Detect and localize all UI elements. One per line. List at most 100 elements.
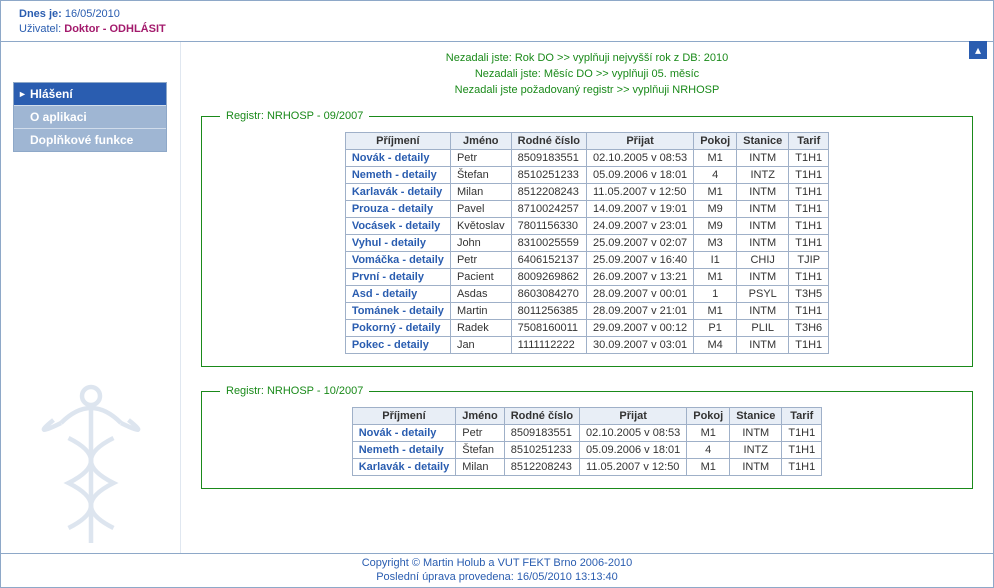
col-header: Stanice xyxy=(737,133,789,150)
cell-room: M1 xyxy=(687,459,730,476)
footer-last-update: Poslední úprava provedena: 16/05/2010 13… xyxy=(1,570,993,584)
cell-name: Milan xyxy=(456,459,504,476)
cell-station: INTM xyxy=(737,337,789,354)
cell-tariff: T1H1 xyxy=(789,218,829,235)
table-row: Nemeth - detailyŠtefan851025123305.09.20… xyxy=(345,167,828,184)
cell-admitted: 14.09.2007 v 19:01 xyxy=(586,201,693,218)
cell-station: INTM xyxy=(737,269,789,286)
cell-admitted: 29.09.2007 v 00:12 xyxy=(586,320,693,337)
col-header: Rodné číslo xyxy=(504,408,579,425)
detail-link[interactable]: Nemeth - detaily xyxy=(352,442,456,459)
detail-link[interactable]: Novák - detaily xyxy=(345,150,450,167)
cell-admitted: 11.05.2007 v 12:50 xyxy=(586,184,693,201)
cell-station: INTM xyxy=(737,218,789,235)
detail-link[interactable]: Karlavák - detaily xyxy=(352,459,456,476)
cell-admitted: 30.09.2007 v 03:01 xyxy=(586,337,693,354)
cell-room: 4 xyxy=(694,167,737,184)
cell-name: Milan xyxy=(450,184,511,201)
cell-station: INTM xyxy=(737,150,789,167)
cell-station: INTM xyxy=(737,235,789,252)
cell-station: PLIL xyxy=(737,320,789,337)
cell-rc: 8710024257 xyxy=(511,201,586,218)
cell-rc: 8510251233 xyxy=(511,167,586,184)
user-value: Doktor xyxy=(64,23,99,35)
cell-rc: 7801156330 xyxy=(511,218,586,235)
cell-admitted: 28.09.2007 v 00:01 xyxy=(586,286,693,303)
logout-link[interactable]: ODHLÁSIT xyxy=(110,23,166,35)
cell-name: Petr xyxy=(450,252,511,269)
cell-station: INTM xyxy=(730,459,782,476)
col-header: Příjmení xyxy=(345,133,450,150)
sidebar-item-0[interactable]: Hlášení xyxy=(14,83,166,106)
detail-link[interactable]: Karlavák - detaily xyxy=(345,184,450,201)
date-label: Dnes je: xyxy=(19,8,62,20)
cell-admitted: 26.09.2007 v 13:21 xyxy=(586,269,693,286)
cell-name: Pavel xyxy=(450,201,511,218)
cell-rc: 6406152137 xyxy=(511,252,586,269)
cell-station: INTZ xyxy=(730,442,782,459)
cell-admitted: 02.10.2005 v 08:53 xyxy=(580,425,687,442)
detail-link[interactable]: Vocásek - detaily xyxy=(345,218,450,235)
cell-tariff: T1H1 xyxy=(782,425,822,442)
cell-rc: 8509183551 xyxy=(511,150,586,167)
detail-link[interactable]: Asd - detaily xyxy=(345,286,450,303)
caduceus-icon xyxy=(11,378,171,558)
cell-admitted: 11.05.2007 v 12:50 xyxy=(580,459,687,476)
table-row: Pokorný - detailyRadek750816001129.09.20… xyxy=(345,320,828,337)
cell-station: INTM xyxy=(730,425,782,442)
cell-rc: 8512208243 xyxy=(511,184,586,201)
detail-link[interactable]: Tománek - detaily xyxy=(345,303,450,320)
cell-station: CHIJ xyxy=(737,252,789,269)
cell-rc: 8011256385 xyxy=(511,303,586,320)
detail-link[interactable]: Pokorný - detaily xyxy=(345,320,450,337)
cell-room: M4 xyxy=(694,337,737,354)
cell-admitted: 25.09.2007 v 02:07 xyxy=(586,235,693,252)
sidebar-item-2[interactable]: Doplňkové funkce xyxy=(14,129,166,151)
detail-link[interactable]: Vyhul - detaily xyxy=(345,235,450,252)
cell-tariff: T1H1 xyxy=(789,303,829,320)
cell-room: M3 xyxy=(694,235,737,252)
cell-admitted: 25.09.2007 v 16:40 xyxy=(586,252,693,269)
col-header: Pokoj xyxy=(694,133,737,150)
cell-tariff: T1H1 xyxy=(789,201,829,218)
cell-room: M1 xyxy=(694,184,737,201)
detail-link[interactable]: Pokec - detaily xyxy=(345,337,450,354)
date-value: 16/05/2010 xyxy=(65,8,120,20)
register-0: Registr: NRHOSP - 09/2007PříjmeníJménoRo… xyxy=(201,110,973,367)
cell-rc: 8512208243 xyxy=(504,459,579,476)
cell-name: Asdas xyxy=(450,286,511,303)
cell-room: I1 xyxy=(694,252,737,269)
cell-tariff: T1H1 xyxy=(789,184,829,201)
register-legend-0: Registr: NRHOSP - 09/2007 xyxy=(220,110,369,122)
cell-name: John xyxy=(450,235,511,252)
sidebar-item-1[interactable]: O aplikaci xyxy=(14,106,166,129)
cell-station: PSYL xyxy=(737,286,789,303)
cell-tariff: T3H6 xyxy=(789,320,829,337)
detail-link[interactable]: Vomáčka - detaily xyxy=(345,252,450,269)
cell-admitted: 28.09.2007 v 21:01 xyxy=(586,303,693,320)
cell-room: P1 xyxy=(694,320,737,337)
cell-station: INTM xyxy=(737,303,789,320)
register-1: Registr: NRHOSP - 10/2007PříjmeníJménoRo… xyxy=(201,385,973,489)
user-label: Uživatel: xyxy=(19,23,61,35)
detail-link[interactable]: První - detaily xyxy=(345,269,450,286)
table-row: Vocásek - detailyKvětoslav780115633024.0… xyxy=(345,218,828,235)
cell-admitted: 02.10.2005 v 08:53 xyxy=(586,150,693,167)
cell-rc: 7508160011 xyxy=(511,320,586,337)
col-header: Rodné číslo xyxy=(511,133,586,150)
detail-link[interactable]: Novák - detaily xyxy=(352,425,456,442)
header: Dnes je: 16/05/2010 Uživatel: Doktor - O… xyxy=(1,1,993,42)
cell-name: Radek xyxy=(450,320,511,337)
detail-link[interactable]: Nemeth - detaily xyxy=(345,167,450,184)
col-header: Tarif xyxy=(789,133,829,150)
table-row: Karlavák - detailyMilan851220824311.05.2… xyxy=(352,459,822,476)
footer: Copyright © Martin Holub a VUT FEKT Brno… xyxy=(1,553,993,587)
footer-copyright: Copyright © Martin Holub a VUT FEKT Brno… xyxy=(1,556,993,570)
cell-room: 1 xyxy=(694,286,737,303)
table-row: Prouza - detailyPavel871002425714.09.200… xyxy=(345,201,828,218)
register-table-1: PříjmeníJménoRodné čísloPřijatPokojStani… xyxy=(352,407,823,476)
detail-link[interactable]: Prouza - detaily xyxy=(345,201,450,218)
cell-rc: 8509183551 xyxy=(504,425,579,442)
col-header: Příjmení xyxy=(352,408,456,425)
table-row: Vomáčka - detailyPetr640615213725.09.200… xyxy=(345,252,828,269)
